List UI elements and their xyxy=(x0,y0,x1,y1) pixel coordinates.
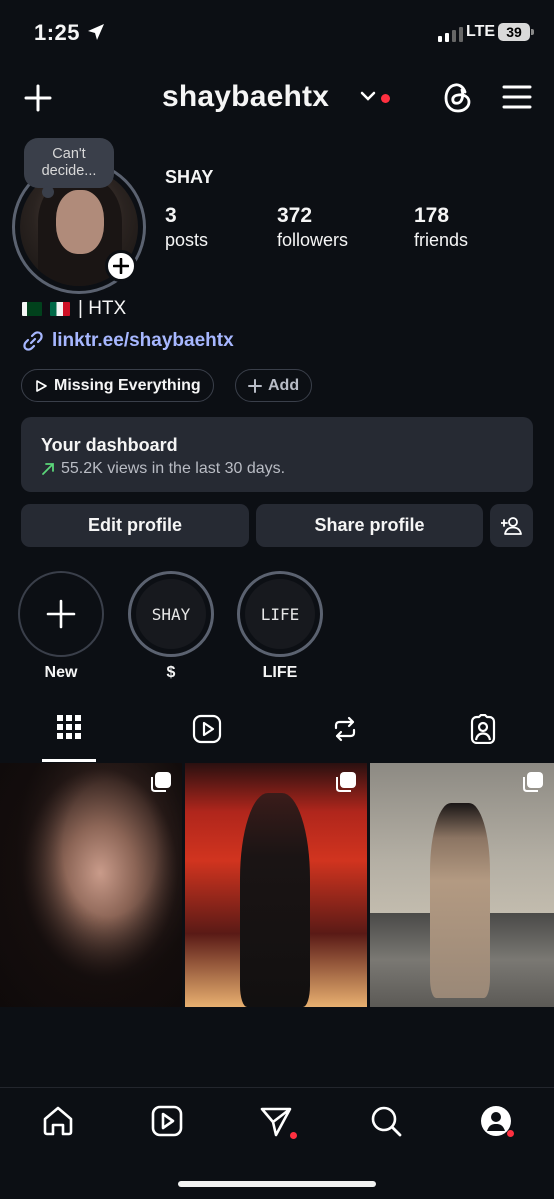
carousel-icon xyxy=(151,772,171,792)
battery-icon: 39 xyxy=(498,23,534,41)
tab-reels[interactable] xyxy=(138,708,276,762)
stat-followers-value: 372 xyxy=(277,204,313,227)
post-thumbnail[interactable] xyxy=(0,763,182,1007)
dashboard-subtitle: 55.2K views in the last 30 days. xyxy=(41,460,513,478)
menu-icon[interactable] xyxy=(502,84,532,110)
status-bar: 1:25 LTE 39 xyxy=(0,0,554,66)
mexico-flag-icon xyxy=(50,302,70,316)
discover-people-button[interactable] xyxy=(490,504,533,547)
bio-link[interactable]: linktr.ee/shaybaehtx xyxy=(22,330,234,352)
reels-icon xyxy=(192,714,222,744)
stat-posts-value: 3 xyxy=(165,204,177,227)
direct-notification-dot xyxy=(290,1132,297,1139)
highlight-cover: LIFE xyxy=(245,579,315,649)
stat-posts[interactable]: 3 posts xyxy=(165,204,208,251)
dashboard-views: 55.2K views in the last 30 days. xyxy=(61,460,286,477)
highlight-ring: SHAY xyxy=(128,571,214,657)
profile-header: shaybaehtx xyxy=(0,72,554,124)
profile-tabs xyxy=(0,708,554,762)
add-chip-label: Add xyxy=(268,376,300,394)
trend-up-icon xyxy=(42,463,54,475)
carousel-icon xyxy=(336,772,356,792)
highlight-cover: SHAY xyxy=(136,579,206,649)
plus-icon xyxy=(248,378,262,393)
professional-dashboard[interactable]: Your dashboard 55.2K views in the last 3… xyxy=(21,417,533,492)
stat-friends[interactable]: 178 friends xyxy=(414,204,468,251)
highlight-new-ring xyxy=(18,571,104,657)
signal-icon xyxy=(438,24,463,42)
home-indicator[interactable] xyxy=(178,1181,376,1187)
plus-icon xyxy=(113,258,129,274)
add-person-icon xyxy=(500,516,522,535)
play-icon xyxy=(36,379,47,392)
highlight-item[interactable]: SHAY $ xyxy=(128,571,214,682)
search-icon[interactable] xyxy=(369,1104,403,1138)
tab-tagged[interactable] xyxy=(414,708,552,762)
tagged-icon xyxy=(470,714,496,744)
post-thumbnail[interactable] xyxy=(185,763,367,1007)
stat-posts-label: posts xyxy=(165,230,209,250)
bio-link-text: linktr.ee/shaybaehtx xyxy=(52,330,234,351)
display-name: SHAY xyxy=(165,167,214,187)
reels-icon[interactable] xyxy=(150,1104,184,1138)
link-icon xyxy=(23,331,43,351)
highlight-label: LIFE xyxy=(262,664,298,681)
music-chip[interactable]: Missing Everything xyxy=(21,369,214,402)
location-arrow-icon xyxy=(88,24,104,40)
edit-profile-button[interactable]: Edit profile xyxy=(21,504,249,547)
chevron-down-icon[interactable] xyxy=(360,90,376,102)
highlight-item[interactable]: LIFE LIFE xyxy=(237,571,323,682)
username-switcher[interactable]: shaybaehtx xyxy=(162,80,329,114)
stat-followers[interactable]: 372 followers xyxy=(277,204,348,251)
profile-notification-dot xyxy=(507,1130,514,1137)
tab-grid[interactable] xyxy=(0,708,138,762)
threads-icon[interactable] xyxy=(442,80,474,116)
music-chip-label: Missing Everything xyxy=(54,376,201,394)
post-grid xyxy=(0,763,554,1007)
share-profile-button[interactable]: Share profile xyxy=(256,504,483,547)
stat-friends-value: 178 xyxy=(414,204,450,227)
add-story-button[interactable] xyxy=(105,250,137,282)
highlight-label: $ xyxy=(166,664,176,681)
bio: | HTX xyxy=(22,298,126,320)
post-thumbnail[interactable] xyxy=(370,763,554,1007)
add-chip[interactable]: Add xyxy=(235,369,313,402)
stat-followers-label: followers xyxy=(277,230,349,250)
stat-friends-label: friends xyxy=(414,230,469,250)
create-plus-icon[interactable] xyxy=(22,82,54,114)
plus-icon xyxy=(46,599,76,629)
highlight-ring: LIFE xyxy=(237,571,323,657)
carousel-icon xyxy=(523,772,543,792)
dashboard-title: Your dashboard xyxy=(41,435,178,455)
notification-dot xyxy=(381,94,390,103)
pakistan-flag-icon xyxy=(22,302,42,316)
direct-icon[interactable] xyxy=(259,1104,293,1138)
network-type: LTE xyxy=(466,23,496,40)
highlight-new[interactable]: New xyxy=(18,571,104,682)
highlight-label: New xyxy=(44,664,78,681)
bio-text: | HTX xyxy=(78,298,127,319)
grid-icon xyxy=(57,715,81,739)
home-icon[interactable] xyxy=(41,1104,75,1138)
status-time: 1:25 xyxy=(34,20,81,45)
tab-reposts[interactable] xyxy=(276,708,414,762)
reposts-icon xyxy=(334,716,356,742)
profile-note[interactable]: Can't decide... xyxy=(24,138,114,198)
